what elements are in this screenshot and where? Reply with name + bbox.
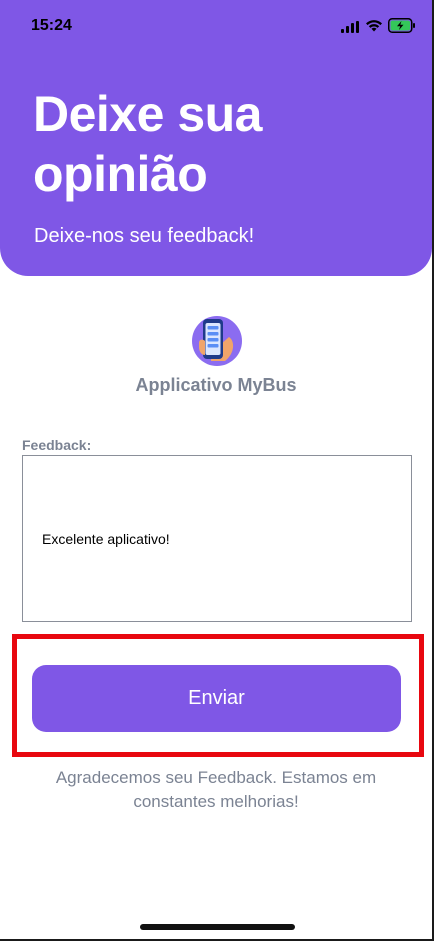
header-panel: 15:24 Deixe sua opinião Deixe-nos seu fe… [0,0,432,276]
status-time: 15:24 [31,17,72,34]
app-name: Applicativo MyBus [135,375,297,395]
page-subtitle: Deixe-nos seu feedback! [34,225,255,247]
battery-charging-icon [388,18,415,33]
page-title: Deixe sua opinião [33,86,262,202]
home-indicator[interactable] [140,924,295,930]
feedback-value: Excelente aplicativo! [42,531,170,547]
wifi-icon [366,20,382,32]
status-bar: 15:24 [0,0,432,52]
feedback-textarea[interactable]: Excelente aplicativo! [22,455,412,622]
send-button[interactable]: Enviar [32,665,401,732]
feedback-label: Feedback: [22,437,92,453]
thanks-message: Agradecemos seu Feedback. Estamos em con… [55,768,377,811]
phone-in-hand-icon [192,316,242,366]
cellular-signal-icon [341,21,359,33]
